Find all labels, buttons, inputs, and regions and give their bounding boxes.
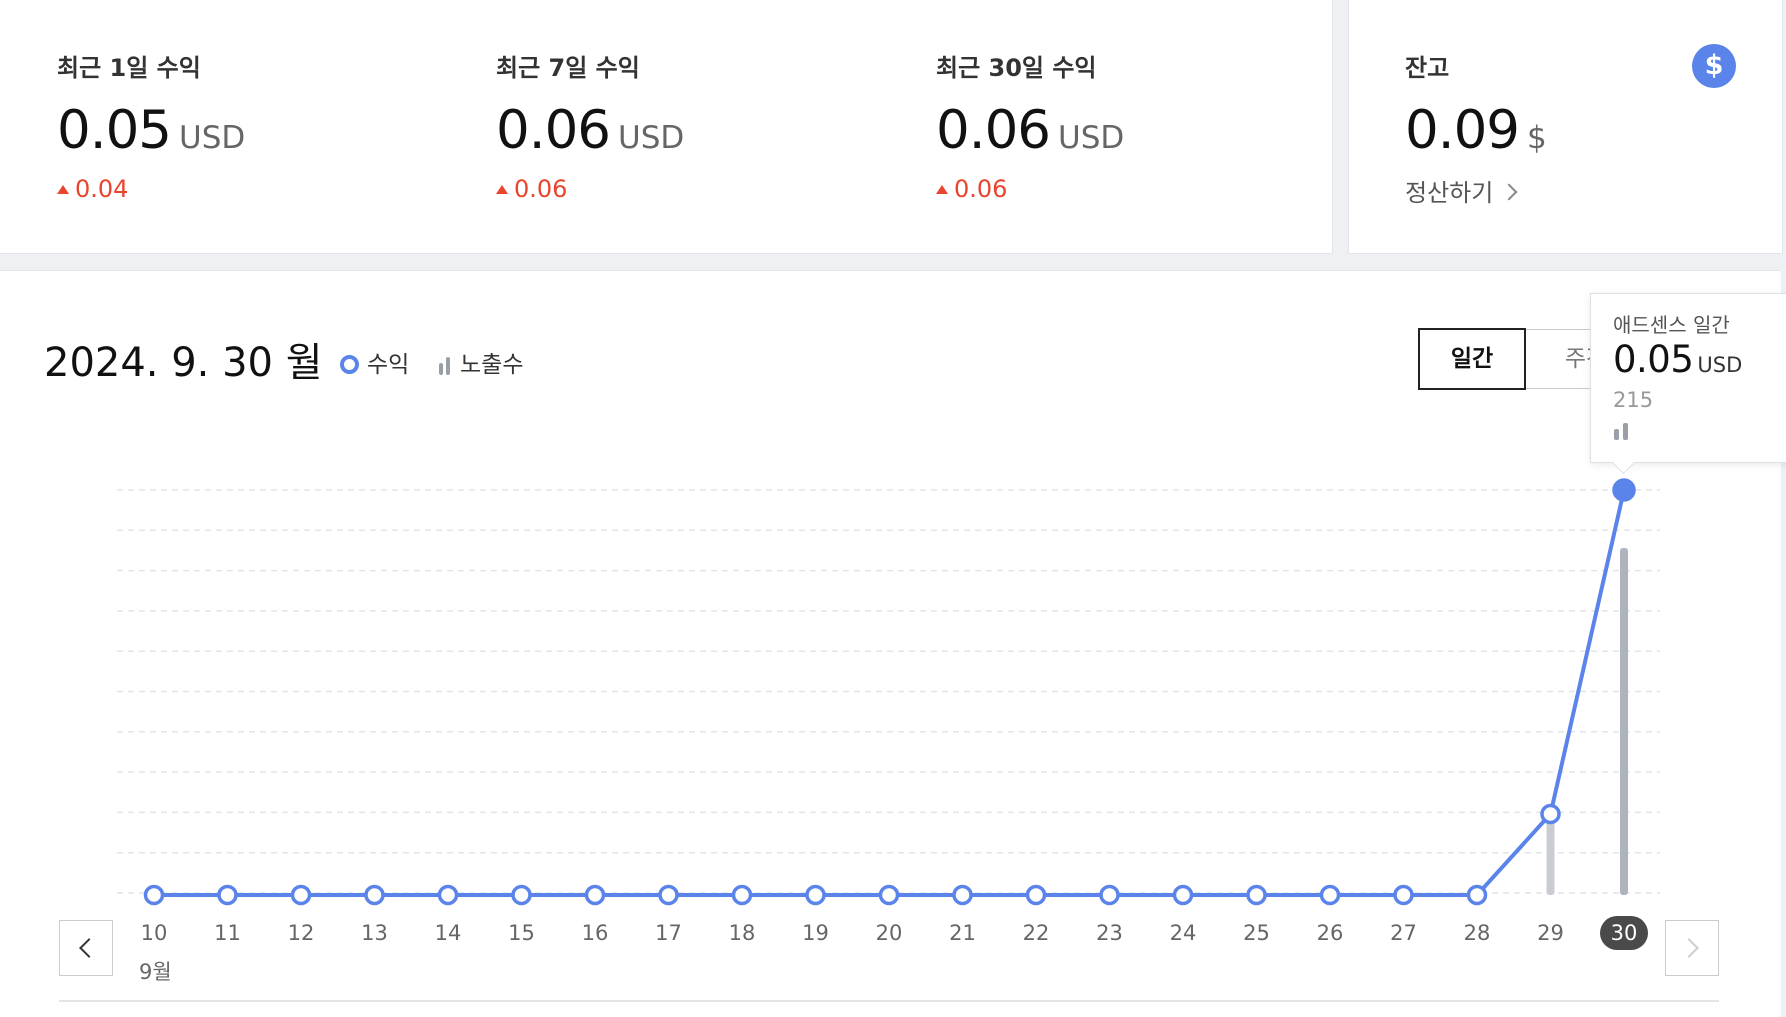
x-tick-label: 18	[729, 921, 756, 945]
prev-period-button[interactable]	[59, 920, 113, 976]
x-tick-label: 21	[949, 921, 976, 945]
x-tick-label: 30	[1611, 921, 1638, 945]
tooltip-impressions: 215	[1613, 388, 1654, 412]
month-label: 9월	[139, 960, 172, 984]
revenue-point	[1393, 884, 1414, 906]
impressions-bar	[1620, 548, 1628, 895]
x-tick-label: 17	[655, 921, 682, 945]
x-tick-label: 26	[1317, 921, 1344, 945]
x-tick-label: 10	[141, 921, 168, 945]
x-tick-label: 19	[802, 921, 829, 945]
chevron-left-icon	[79, 938, 99, 958]
revenue-point	[952, 884, 973, 906]
revenue-line-path	[154, 489, 1626, 897]
x-tick-label: 12	[288, 921, 315, 945]
x-tick-label: 13	[361, 921, 388, 945]
x-tick-label: 15	[508, 921, 535, 945]
revenue-point	[658, 884, 679, 906]
revenue-point	[1099, 884, 1120, 906]
tooltip-value: 0.05	[1613, 338, 1694, 381]
revenue-point	[143, 884, 165, 906]
divider	[59, 1000, 1719, 1002]
bar-chart-icon	[1613, 422, 1631, 440]
x-axis-ticks: 10 11 12 13 14 15 16 17 18 19 20 21 22 23 24 25 26 27 28 29…	[141, 916, 1648, 950]
impressions-bar	[1546, 819, 1555, 895]
revenue-point	[805, 884, 826, 906]
revenue-point	[584, 884, 606, 906]
revenue-point	[1025, 884, 1047, 906]
x-tick-label: 23	[1096, 921, 1123, 945]
revenue-point	[1246, 884, 1267, 906]
revenue-point	[511, 884, 532, 906]
revenue-point	[1466, 884, 1488, 906]
tooltip-unit: USD	[1697, 353, 1743, 377]
revenue-point	[1612, 478, 1636, 502]
x-tick-label: 11	[214, 921, 241, 945]
x-tick-label: 25	[1243, 921, 1270, 945]
revenue-point	[437, 884, 459, 906]
revenue-point	[1540, 803, 1561, 825]
x-tick-label: 14	[435, 921, 462, 945]
impressions-bars	[1546, 548, 1628, 895]
tooltip-label: 애드센스 일간	[1613, 313, 1730, 337]
x-tick-label: 22	[1023, 921, 1050, 945]
revenue-point	[878, 884, 900, 906]
revenue-point	[731, 884, 753, 906]
revenue-point	[364, 884, 385, 906]
x-tick-label: 28	[1464, 921, 1491, 945]
x-tick-label: 24	[1170, 921, 1197, 945]
x-tick-label: 20	[876, 921, 903, 945]
chart-gridlines	[117, 489, 1660, 894]
x-tick-label: 27	[1390, 921, 1417, 945]
revenue-point	[1319, 884, 1341, 906]
revenue-point	[290, 884, 312, 906]
revenue-line	[154, 489, 1626, 897]
chevron-right-icon	[1679, 938, 1699, 958]
x-tick-label: 29	[1537, 921, 1564, 945]
revenue-chart: 10 11 12 13 14 15 16 17 18 19 20 21 22 23 24 25 26 27 28 29…	[117, 478, 1660, 950]
revenue-point	[217, 884, 238, 906]
next-period-button[interactable]	[1665, 920, 1719, 976]
revenue-point	[1172, 884, 1194, 906]
x-tick-label: 16	[582, 921, 609, 945]
chart-tooltip: 애드센스 일간 0.05 USD 215	[1590, 293, 1786, 463]
